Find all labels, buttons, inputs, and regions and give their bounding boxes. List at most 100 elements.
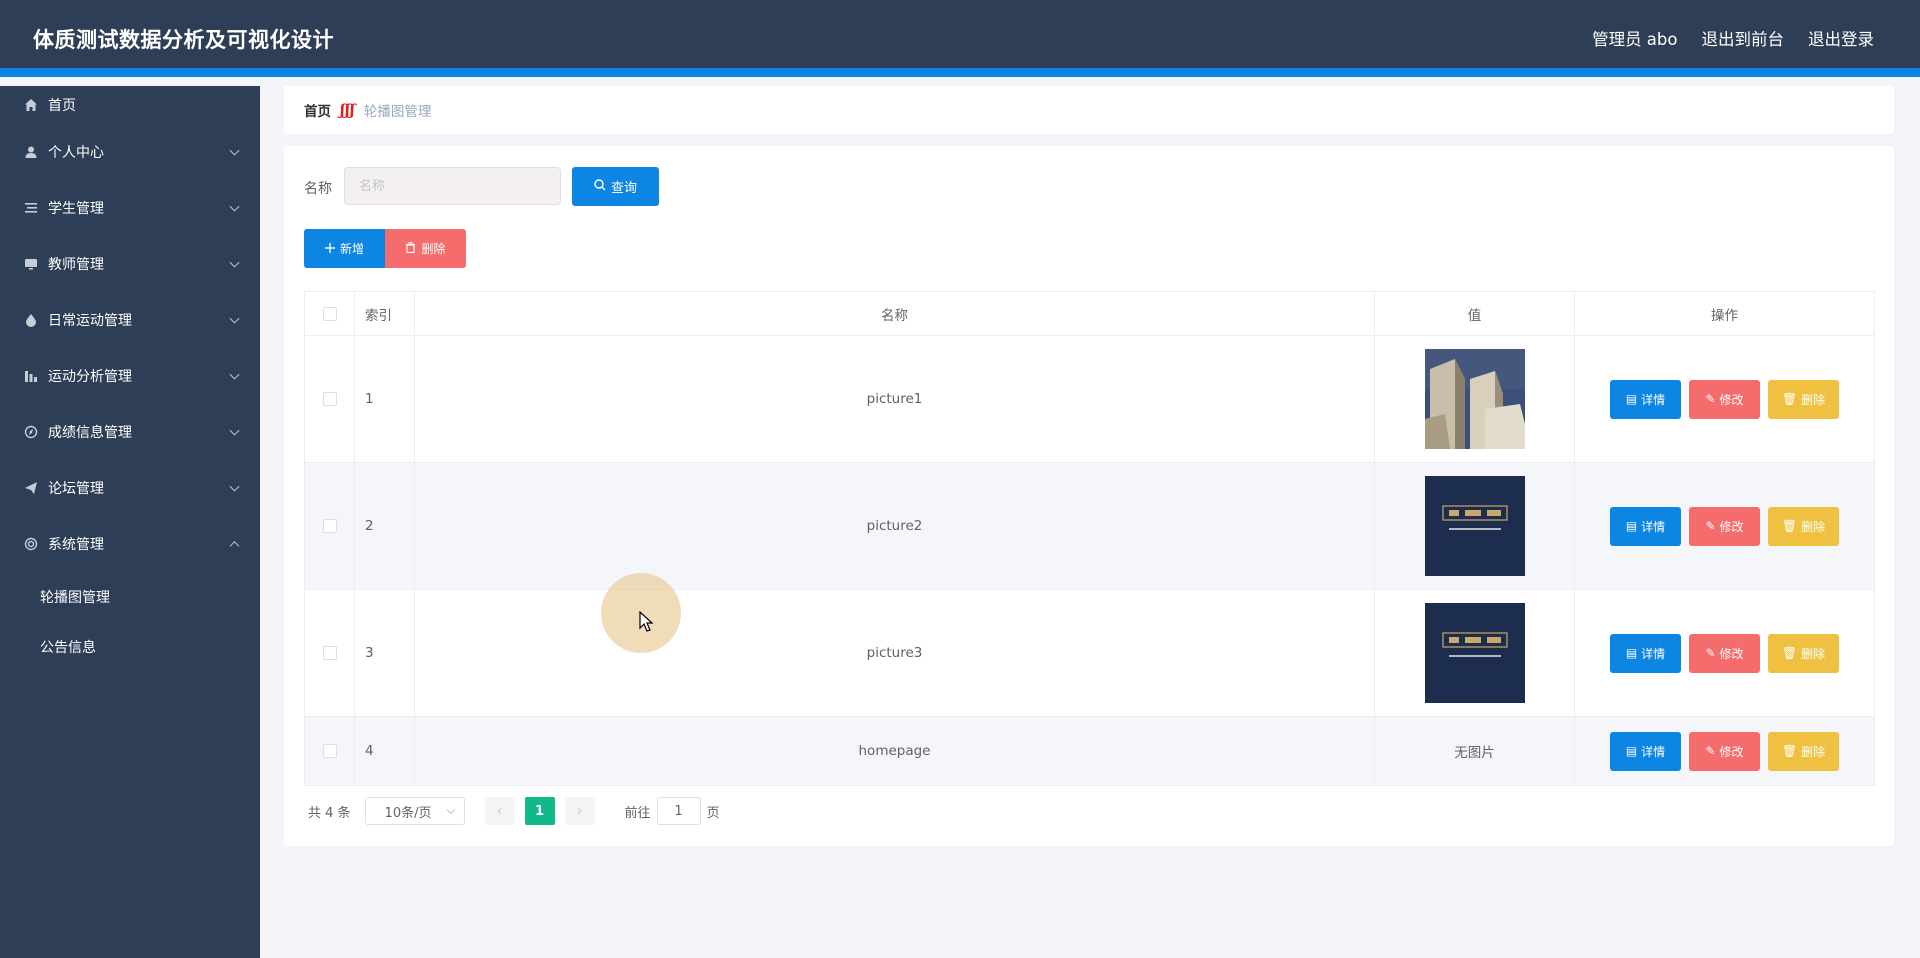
sidebar-item-daily-exercise[interactable]: 日常运动管理: [0, 292, 260, 348]
delete-button[interactable]: 🗑 删除: [1768, 731, 1839, 771]
sidebar-item-label: 系统管理: [48, 537, 104, 553]
delete-button[interactable]: 🗑 删除: [1768, 506, 1839, 546]
delete-button[interactable]: 🗑 删除: [1768, 379, 1839, 419]
circle-icon: [24, 537, 38, 551]
sidebar-item-profile[interactable]: 个人中心: [0, 124, 260, 180]
row-value-cell: [1374, 589, 1575, 717]
query-button[interactable]: 查询: [572, 167, 659, 206]
chevron-left-icon: ‹: [496, 803, 503, 819]
sidebar-item-label: 论坛管理: [48, 481, 104, 497]
batch-delete-label: 删除: [421, 242, 446, 256]
user-icon: [24, 145, 38, 159]
logout-link[interactable]: 退出登录: [1808, 26, 1874, 50]
breadcrumb-separator-icon: ʃʃʃ: [340, 101, 355, 119]
goto-page-input[interactable]: [656, 797, 701, 825]
edit-button[interactable]: ✎ 修改: [1689, 731, 1760, 771]
main-panel: 名称 查询 新增 删除 索引 名称 值 操作: [284, 146, 1894, 846]
edit-button[interactable]: ✎ 修改: [1689, 633, 1760, 673]
detail-button[interactable]: ▤ 详情: [1610, 506, 1681, 546]
header-accent-bar: [0, 68, 1920, 77]
pencil-icon: ✎: [1705, 646, 1716, 660]
send-icon: [24, 481, 38, 495]
sidebar-item-label: 教师管理: [48, 257, 104, 273]
top-bar: 体质测试数据分析及可视化设计 管理员 abo 退出到前台 退出登录: [0, 0, 1920, 77]
row-checkbox[interactable]: [322, 744, 337, 758]
detail-button[interactable]: ▤ 详情: [1610, 379, 1681, 419]
sidebar-item-forum[interactable]: 论坛管理: [0, 460, 260, 516]
pencil-icon: ✎: [1705, 519, 1716, 533]
detail-button[interactable]: ▤ 详情: [1610, 731, 1681, 771]
detail-button[interactable]: ▤ 详情: [1610, 633, 1681, 673]
edit-button[interactable]: ✎ 修改: [1689, 506, 1760, 546]
select-all-checkbox[interactable]: [322, 306, 337, 321]
document-icon: ▤: [1625, 646, 1638, 660]
document-icon: ▤: [1625, 519, 1638, 533]
pencil-icon: ✎: [1705, 744, 1716, 758]
sidebar-item-teachers[interactable]: 教师管理: [0, 236, 260, 292]
document-icon: ▤: [1625, 744, 1638, 758]
row-index: 2: [354, 462, 415, 590]
page-unit-label: 页: [706, 805, 720, 821]
prev-page-button[interactable]: ‹: [484, 797, 515, 825]
sidebar-item-scores[interactable]: 成绩信息管理: [0, 404, 260, 460]
row-actions-cell: ▤ 详情 ✎ 修改 🗑 删除: [1574, 589, 1875, 717]
delete-button[interactable]: 🗑 删除: [1768, 633, 1839, 673]
sidebar-subitem-notice[interactable]: 公告信息: [0, 622, 260, 672]
page-size-value: 10条/页: [384, 805, 432, 821]
sidebar-subitem-carousel[interactable]: 轮播图管理: [0, 572, 260, 622]
sidebar-item-students[interactable]: 学生管理: [0, 180, 260, 236]
batch-delete-button[interactable]: 删除: [385, 229, 466, 268]
row-check-cell: [304, 462, 355, 590]
search-icon: [594, 178, 606, 195]
detail-label: 详情: [1641, 519, 1666, 534]
page-number-button[interactable]: 1: [524, 797, 555, 825]
row-value-cell: [1374, 462, 1575, 590]
edit-button[interactable]: ✎ 修改: [1689, 379, 1760, 419]
mouse-pointer-icon: [639, 611, 654, 632]
sidebar-item-home[interactable]: 首页: [0, 86, 260, 124]
carousel-table: 索引 名称 值 操作 1 picture1 ▤ 详情 ✎ 修改 🗑 删除 2 p…: [304, 291, 1875, 786]
list-icon: [24, 201, 38, 215]
column-header-actions: 操作: [1574, 291, 1875, 336]
pagination: 共 4 条 10条/页 ‹ 1 › 前往 页: [304, 797, 720, 825]
row-name: picture2: [414, 462, 1375, 590]
building-photo-image[interactable]: [1424, 349, 1525, 449]
breadcrumb-home[interactable]: 首页: [304, 100, 331, 120]
exit-to-front-link[interactable]: 退出到前台: [1702, 26, 1785, 50]
column-header-value: 值: [1374, 291, 1575, 336]
dark-banner-image[interactable]: [1424, 476, 1525, 576]
row-checkbox[interactable]: [322, 646, 337, 660]
row-checkbox[interactable]: [322, 392, 337, 406]
chevron-up-icon: [229, 541, 240, 552]
pencil-icon: ✎: [1705, 392, 1716, 406]
sidebar-item-label: 成绩信息管理: [48, 425, 132, 441]
pagination-total: 共 4 条: [308, 805, 351, 821]
chevron-right-icon: ›: [576, 803, 583, 819]
search-label: 名称: [304, 181, 332, 197]
sidebar-item-exercise-analysis[interactable]: 运动分析管理: [0, 348, 260, 404]
table-row: 3 picture3 ▤ 详情 ✎ 修改 🗑 删除: [304, 589, 1875, 717]
admin-user-label[interactable]: 管理员 abo: [1592, 26, 1677, 50]
chevron-down-icon: [229, 425, 240, 436]
sidebar-item-system[interactable]: 系统管理: [0, 516, 260, 572]
page-size-select[interactable]: 10条/页: [364, 797, 465, 825]
chevron-down-icon: [229, 313, 240, 324]
add-button[interactable]: 新增: [304, 229, 385, 268]
row-index: 3: [354, 589, 415, 717]
select-all-cell: [304, 291, 355, 336]
row-actions-cell: ▤ 详情 ✎ 修改 🗑 删除: [1574, 716, 1875, 786]
chevron-down-icon: [229, 481, 240, 492]
delete-label: 删除: [1801, 646, 1826, 661]
chevron-down-icon: [446, 805, 455, 815]
add-button-label: 新增: [339, 242, 364, 256]
next-page-button[interactable]: ›: [564, 797, 595, 825]
delete-label: 删除: [1801, 519, 1826, 534]
row-checkbox[interactable]: [322, 519, 337, 533]
plus-icon: [324, 242, 335, 256]
dark-banner-image[interactable]: [1424, 603, 1525, 703]
search-input[interactable]: [344, 167, 561, 205]
column-header-name: 名称: [414, 291, 1375, 336]
query-button-label: 查询: [610, 181, 637, 196]
chevron-down-icon: [229, 201, 240, 212]
trash-icon: 🗑: [1781, 646, 1798, 660]
